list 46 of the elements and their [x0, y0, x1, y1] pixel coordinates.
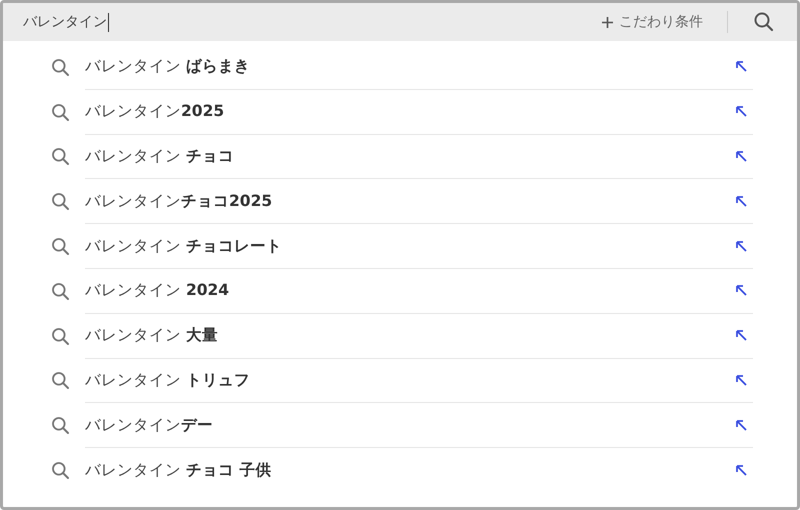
arrow-icon[interactable] [735, 240, 748, 253]
suggestion-item[interactable]: バレンタイン 大量 [3, 314, 797, 359]
suggestion-item[interactable]: バレンタイン トリュフ [3, 358, 797, 404]
arrow-icon[interactable] [735, 150, 748, 163]
suggestion-item[interactable]: バレンタイン チョコレート [3, 224, 797, 269]
search-icon [51, 237, 70, 256]
suggestion-text: バレンタイン 2024 [85, 280, 230, 302]
suggestion-text: バレンタイン ばらまき [85, 56, 250, 78]
arrow-icon[interactable] [735, 284, 748, 298]
arrow-icon[interactable] [735, 464, 748, 478]
search-icon [51, 192, 70, 212]
suggestion-item[interactable]: バレンタインデー [3, 403, 797, 448]
arrow-icon[interactable] [735, 418, 748, 432]
arrow-icon[interactable] [735, 194, 748, 208]
plus-icon [601, 16, 614, 28]
search-icon [51, 102, 70, 122]
suggestion-text: バレンタイン トリュフ [85, 370, 250, 391]
arrow-icon[interactable] [735, 329, 748, 342]
filter-button[interactable]: こだわり条件 [601, 13, 715, 31]
search-icon [51, 147, 70, 166]
suggestion-item[interactable]: バレンタイン ばらまき [3, 45, 797, 90]
search-icon [51, 461, 70, 480]
arrow-icon[interactable] [735, 60, 748, 74]
search-icon [51, 371, 70, 390]
suggestion-item[interactable]: バレンタインチョコ2025 [3, 179, 797, 224]
suggestion-text: バレンタイン チョコ 子供 [85, 460, 272, 482]
suggestion-text: バレンタインデー [85, 414, 213, 436]
search-text: バレンタイン [23, 13, 107, 31]
arrow-icon[interactable] [735, 374, 748, 387]
suggestion-text: バレンタイン2025 [85, 101, 224, 122]
search-button[interactable] [753, 11, 775, 33]
suggestion-text: バレンタインチョコ2025 [85, 190, 272, 212]
search-icon [51, 326, 70, 346]
search-icon [51, 416, 70, 436]
suggestion-item[interactable]: バレンタイン チョコ 子供 [3, 448, 797, 493]
arrow-icon[interactable] [735, 105, 748, 118]
search-icon [51, 58, 70, 77]
text-cursor [108, 12, 109, 32]
suggestion-item[interactable]: バレンタイン 2024 [3, 268, 797, 314]
suggestion-item[interactable]: バレンタイン チョコ [3, 134, 797, 180]
suggestion-text: バレンタイン 大量 [85, 325, 218, 346]
search-icon [51, 282, 70, 301]
suggestion-text: バレンタイン チョコ [85, 146, 234, 167]
suggestion-text: バレンタイン チョコレート [85, 236, 282, 257]
search-field[interactable]: バレンタイン [23, 12, 601, 32]
suggestion-item[interactable]: バレンタイン2025 [3, 90, 797, 135]
